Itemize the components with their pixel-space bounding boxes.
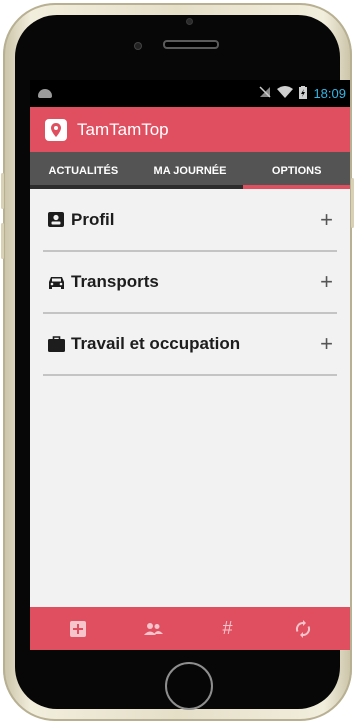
- option-label: Travail et occupation: [71, 334, 241, 353]
- tab-bar: ACTUALITÉS MA JOURNÉE OPTIONS: [30, 152, 350, 189]
- option-travail[interactable]: Travail et occupation +: [43, 314, 337, 376]
- bottom-nav: #: [30, 607, 350, 650]
- earpiece-speaker: [163, 40, 219, 49]
- tab-label: OPTIONS: [271, 164, 322, 177]
- tab-label: ACTUALITÉS: [48, 164, 119, 177]
- add-square-icon[interactable]: [58, 614, 98, 644]
- tab-actualites[interactable]: ACTUALITÉS: [30, 152, 137, 189]
- tab-label: MA JOURNÉE: [153, 164, 227, 177]
- home-button[interactable]: [165, 662, 213, 710]
- group-icon[interactable]: [133, 614, 173, 644]
- hashtag-icon[interactable]: #: [208, 614, 248, 644]
- id-card-icon: [47, 211, 65, 229]
- sync-icon[interactable]: [283, 614, 323, 644]
- android-icon: [38, 89, 52, 98]
- status-time: 18:09: [313, 86, 346, 101]
- front-camera: [135, 43, 141, 49]
- tab-ma-journee[interactable]: MA JOURNÉE: [137, 152, 244, 189]
- map-pin-icon: [45, 118, 67, 141]
- power-button: [351, 178, 354, 228]
- option-profil[interactable]: Profil +: [43, 189, 337, 252]
- battery-icon: [299, 85, 308, 102]
- options-list: Profil + Transports + Travail et occupat…: [30, 189, 350, 376]
- top-sensor: [187, 19, 192, 24]
- no-signal-icon: [259, 86, 271, 101]
- hashtag-label: #: [222, 618, 233, 638]
- option-label: Transports: [71, 272, 159, 291]
- app-screen: 18:09 TamTamTop ACTUALITÉS MA JOURNÉE OP…: [30, 80, 350, 650]
- volume-down-button: [1, 223, 4, 259]
- expand-plus-icon[interactable]: +: [320, 331, 333, 357]
- option-label: Profil: [71, 209, 115, 229]
- app-title: TamTamTop: [77, 119, 169, 139]
- wifi-icon: [277, 86, 294, 101]
- option-transports[interactable]: Transports +: [43, 252, 337, 314]
- car-icon: [47, 273, 65, 291]
- status-bar: 18:09: [30, 80, 350, 107]
- briefcase-icon: [47, 335, 65, 353]
- tab-options[interactable]: OPTIONS: [243, 152, 350, 189]
- expand-plus-icon[interactable]: +: [320, 207, 333, 233]
- app-bar: TamTamTop: [30, 107, 350, 152]
- volume-up-button: [1, 173, 4, 209]
- expand-plus-icon[interactable]: +: [320, 269, 333, 295]
